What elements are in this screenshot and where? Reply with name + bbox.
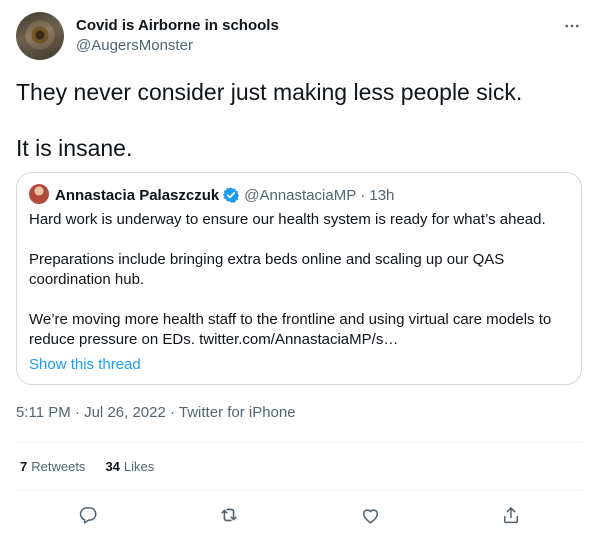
tweet-line: They never consider just making less peo… (16, 79, 523, 105)
author-avatar[interactable] (16, 12, 64, 60)
retweets-label: Retweets (31, 458, 86, 474)
quoted-line: reduce pressure on EDs. twitter.com/Anna… (29, 331, 399, 348)
author-handle[interactable]: @AugersMonster (76, 37, 193, 55)
like-icon[interactable] (358, 503, 382, 527)
quoted-author-avatar (29, 184, 49, 204)
share-icon[interactable] (499, 503, 523, 527)
more-horizontal-icon[interactable] (560, 14, 584, 38)
quoted-tweet-header: Annastacia Palaszczuk @AnnastaciaMP · 13… (55, 185, 394, 205)
quoted-tweet[interactable]: Annastacia Palaszczuk @AnnastaciaMP · 13… (16, 172, 582, 385)
divider (16, 490, 582, 491)
tweet-line: It is insane. (16, 135, 133, 161)
quoted-tweet-text: Hard work is underway to ensure our heal… (29, 210, 571, 350)
quoted-line: Preparations include bringing extra beds… (29, 251, 505, 268)
quoted-line: Hard work is underway to ensure our heal… (29, 211, 546, 228)
quoted-line: We’re moving more health staff to the fr… (29, 311, 552, 328)
divider (16, 442, 582, 443)
likes-count: 34 (105, 458, 120, 474)
likes-label: Likes (123, 458, 155, 474)
tweet-stats: 7 Retweets 34 Likes (20, 456, 174, 476)
tweet-text: They never consider just making less peo… (16, 78, 582, 162)
reply-icon[interactable] (76, 503, 100, 527)
retweets-count: 7 (20, 458, 28, 474)
verified-badge-icon (222, 186, 240, 204)
retweets-stat[interactable]: 7 Retweets (20, 459, 85, 474)
likes-stat[interactable]: 34 Likes (105, 459, 154, 474)
author-name[interactable]: Covid is Airborne in schools (76, 16, 279, 36)
tweet-timestamp[interactable]: 5:11 PM · Jul 26, 2022 · Twitter for iPh… (16, 403, 296, 423)
quoted-author-handle: @AnnastaciaMP (244, 186, 357, 204)
tweet: Covid is Airborne in schools @AugersMons… (0, 0, 598, 539)
quoted-line: coordination hub. (29, 271, 145, 288)
quoted-tweet-time: · 13h (360, 186, 395, 204)
quoted-author-name: Annastacia Palaszczuk (55, 186, 220, 204)
show-thread-link[interactable]: Show this thread (29, 355, 141, 375)
retweet-icon[interactable] (217, 503, 241, 527)
